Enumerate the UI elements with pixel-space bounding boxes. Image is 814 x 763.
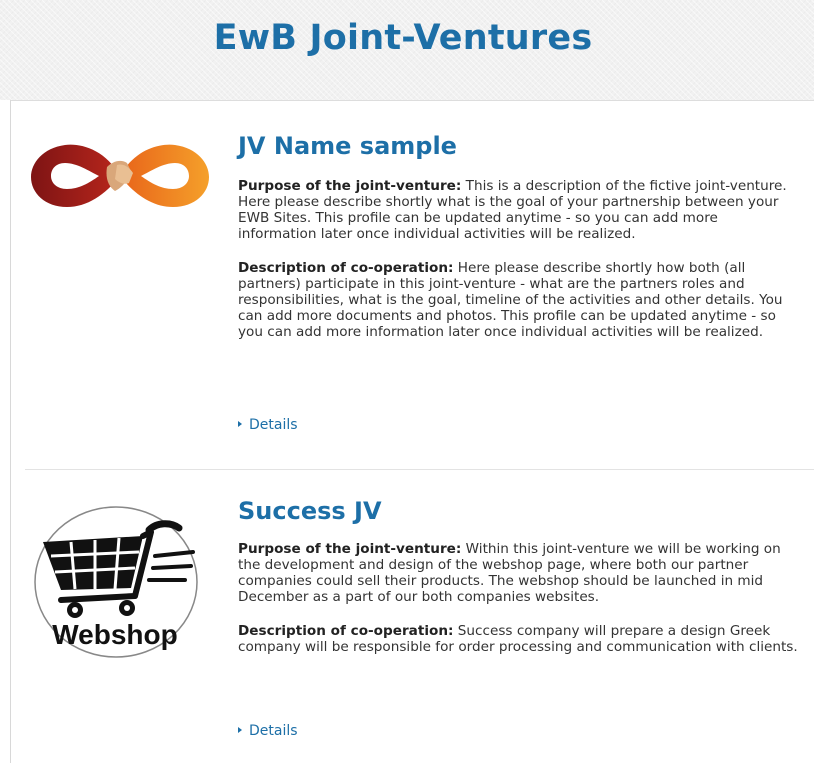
details-label: Details xyxy=(249,723,298,739)
details-link[interactable]: Details xyxy=(238,723,298,739)
cooperation-label: Description of co-operation: xyxy=(238,623,454,639)
page: EwB Joint-Ventures JV Name sample Purpos… xyxy=(0,0,814,763)
details-link[interactable]: Details xyxy=(238,417,298,433)
jv-content: JV Name sample Purpose of the joint-vent… xyxy=(238,131,798,340)
jv-cooperation: Description of co-operation: Here please… xyxy=(238,260,798,340)
jv-title: Success JV xyxy=(238,497,382,525)
cooperation-label: Description of co-operation: xyxy=(238,260,454,276)
page-title: EwB Joint-Ventures xyxy=(213,18,593,58)
arrow-right-icon xyxy=(238,727,242,733)
jv-content: Success JV Purpose of the joint-venture:… xyxy=(238,496,798,655)
page-header: EwB Joint-Ventures xyxy=(0,0,814,100)
jv-list: JV Name sample Purpose of the joint-vent… xyxy=(10,100,814,763)
purpose-label: Purpose of the joint-venture: xyxy=(238,178,462,194)
jv-cooperation: Description of co-operation: Success com… xyxy=(238,623,798,655)
jv-item: JV Name sample Purpose of the joint-vent… xyxy=(11,101,814,469)
jv-item: Webshop Success JV Purpose of the joint-… xyxy=(11,470,814,763)
arrow-right-icon xyxy=(238,421,242,427)
details-label: Details xyxy=(249,417,298,433)
infinity-handshake-icon xyxy=(31,144,209,207)
purpose-label: Purpose of the joint-venture: xyxy=(238,541,462,557)
webshop-cart-icon: Webshop xyxy=(34,506,198,658)
jv-title: JV Name sample xyxy=(238,132,457,160)
jv-purpose: Purpose of the joint-venture: This is a … xyxy=(238,178,798,242)
webshop-logo-text: Webshop xyxy=(52,619,177,650)
jv-purpose: Purpose of the joint-venture: Within thi… xyxy=(238,541,798,605)
